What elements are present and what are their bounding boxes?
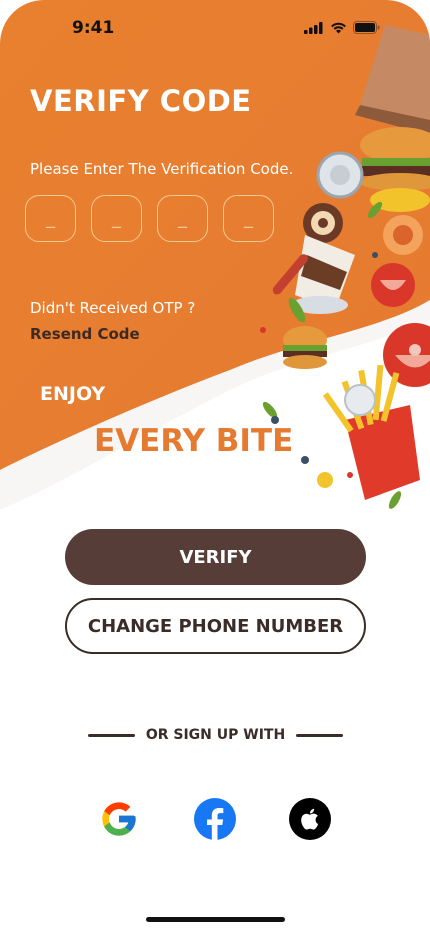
status-time: 9:41 (72, 18, 115, 38)
google-icon (102, 802, 136, 836)
tagline-every-bite: EVERY BITE (94, 423, 294, 459)
home-indicator (146, 917, 285, 922)
google-signup-button[interactable] (97, 797, 141, 841)
verify-code-screen: 9:41 VERIFY CODE Please Enter The Verifi… (0, 0, 430, 932)
verify-button[interactable]: VERIFY (65, 529, 366, 585)
page-subtitle: Please Enter The Verification Code. (30, 160, 294, 178)
otp-not-received-text: Didn't Received OTP ? (30, 299, 196, 317)
page-title: VERIFY CODE (30, 84, 252, 118)
otp-digit-2[interactable] (91, 195, 142, 242)
otp-digit-4[interactable] (223, 195, 274, 242)
tagline-enjoy: ENJOY (40, 383, 106, 405)
otp-input-row (25, 195, 274, 242)
social-divider-label: OR SIGN UP WITH (145, 727, 286, 743)
resend-code-link[interactable]: Resend Code (30, 325, 140, 343)
divider-line-right (295, 733, 343, 737)
otp-digit-1[interactable] (25, 195, 76, 242)
social-divider: OR SIGN UP WITH (88, 727, 343, 743)
otp-digit-3[interactable] (157, 195, 208, 242)
facebook-icon (194, 798, 236, 840)
change-phone-number-button[interactable]: CHANGE PHONE NUMBER (65, 598, 366, 654)
facebook-signup-button[interactable] (193, 797, 237, 841)
apple-signup-button[interactable] (288, 797, 332, 841)
divider-line-left (88, 733, 135, 737)
apple-icon (289, 798, 331, 840)
